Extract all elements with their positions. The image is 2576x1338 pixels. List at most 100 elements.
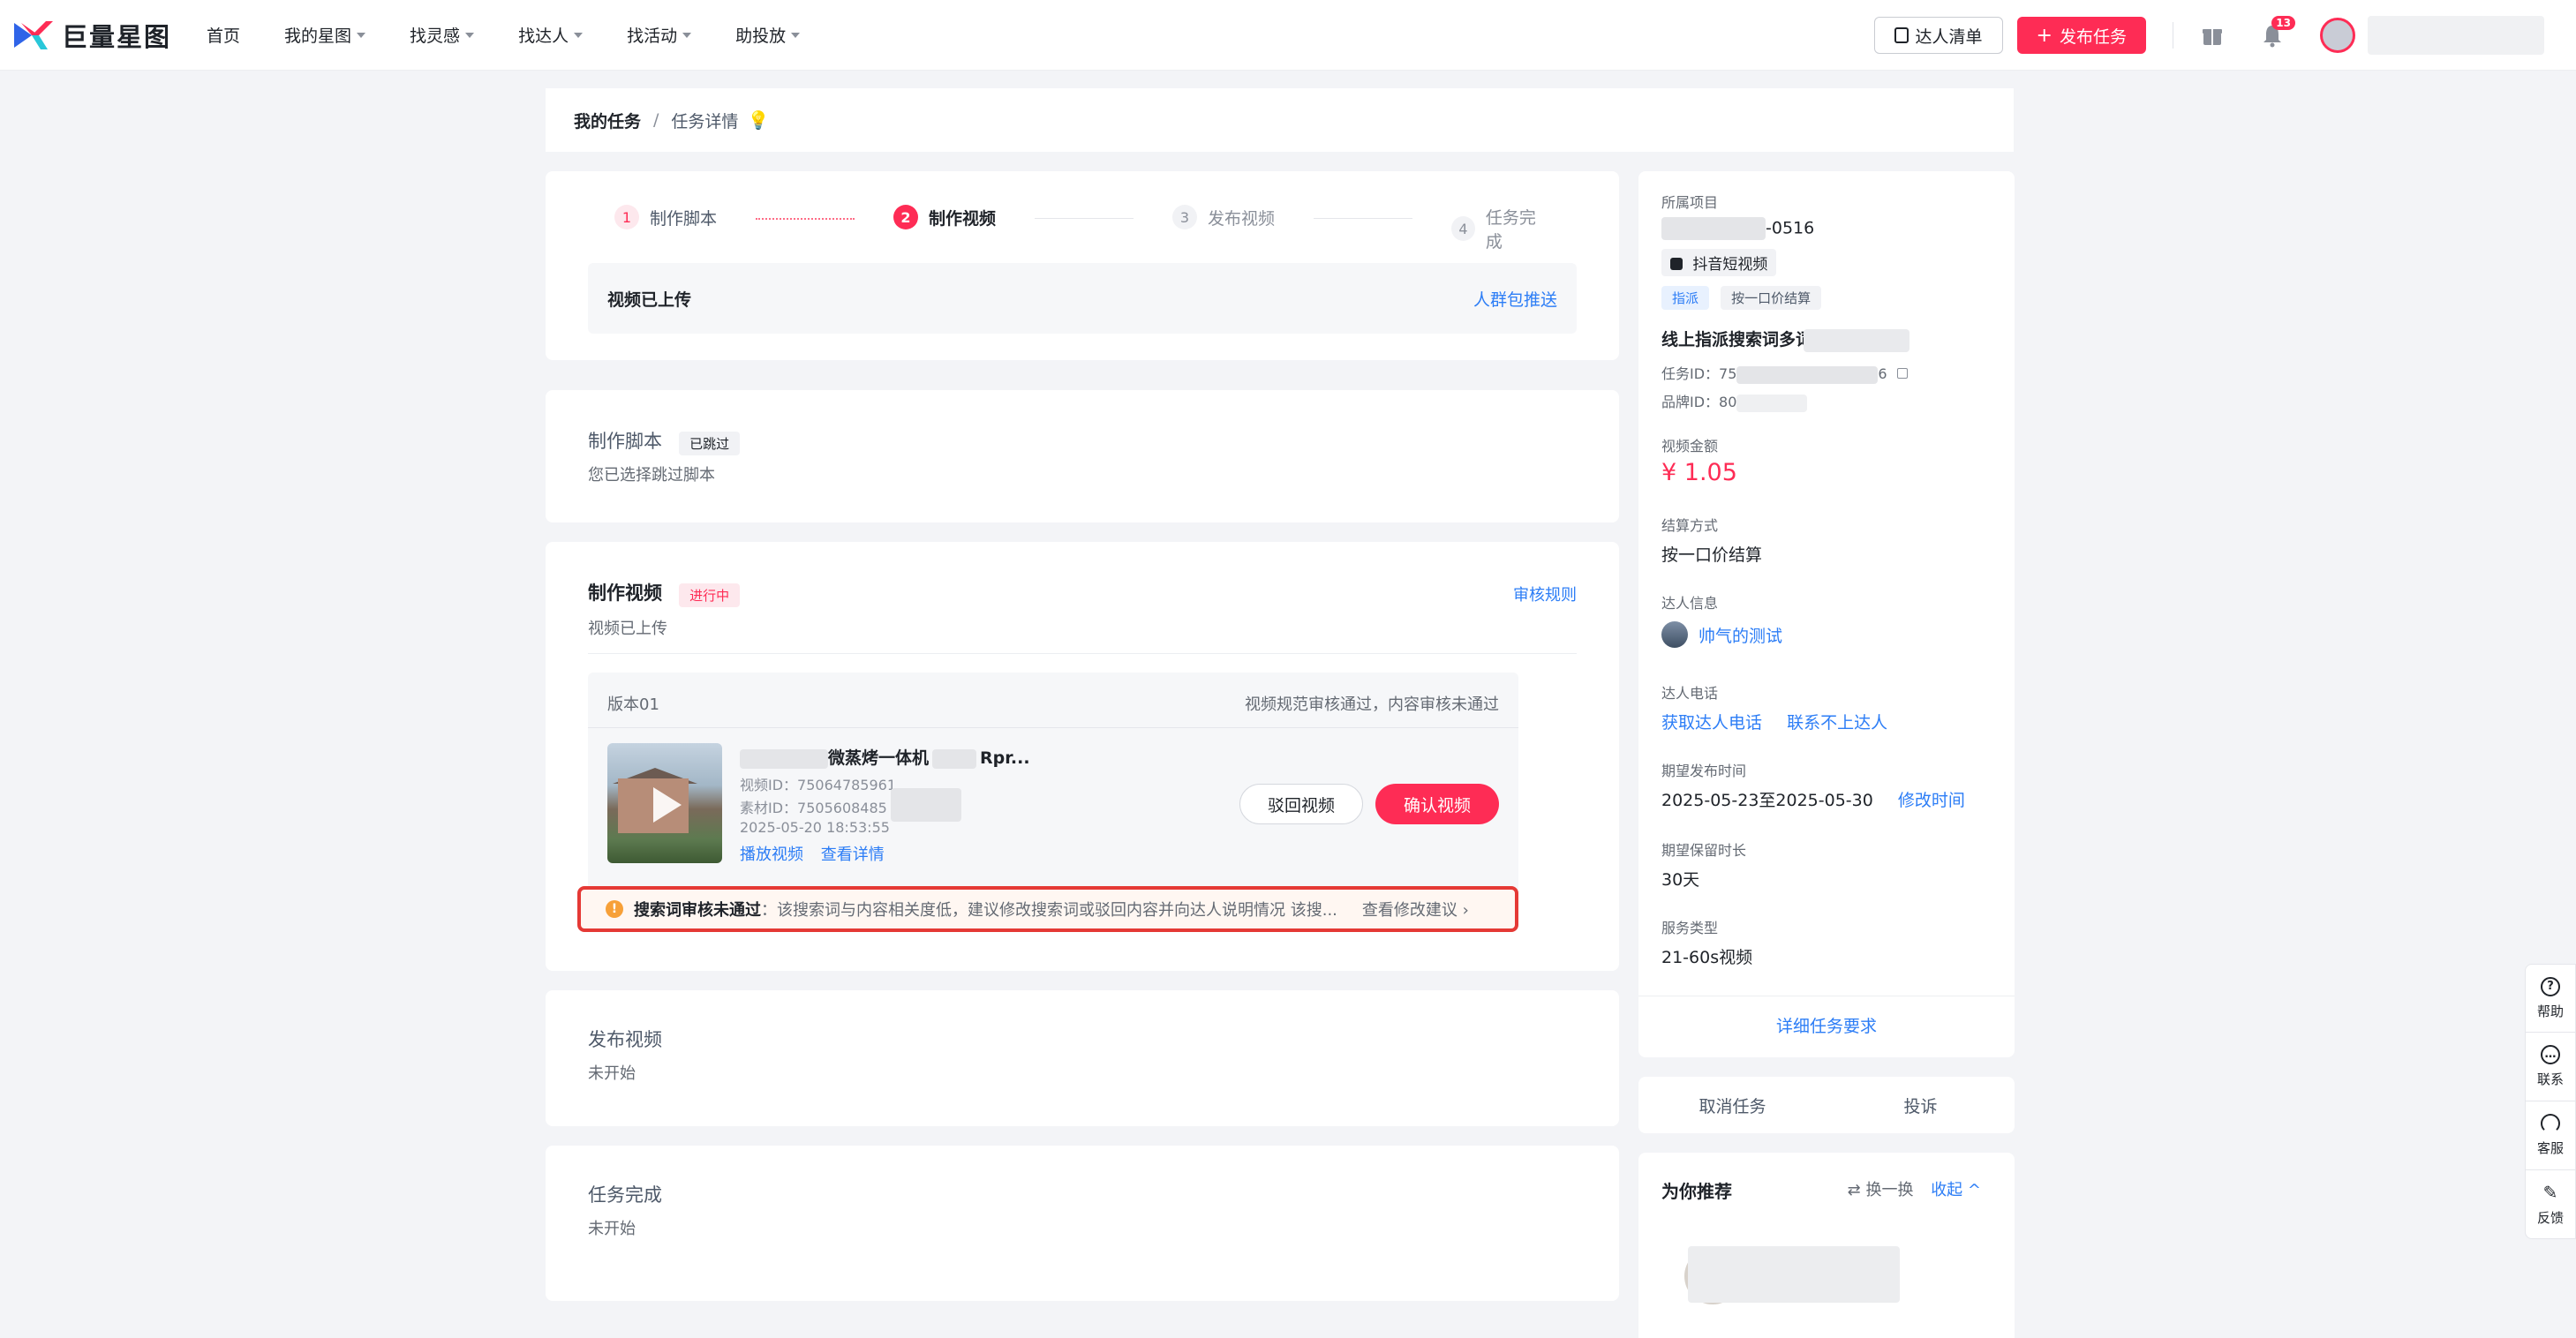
view-suggestion-link[interactable]: 查看修改建议 › xyxy=(1362,898,1469,921)
platform-tag: 抖音短视频 xyxy=(1661,249,1777,276)
get-phone-link[interactable]: 获取达人电话 xyxy=(1661,713,1762,733)
complain-button[interactable]: 投诉 xyxy=(1827,1094,2015,1117)
chevron-down-icon xyxy=(791,32,801,38)
nav-home[interactable]: 首页 xyxy=(207,23,240,47)
nav-ad-assist[interactable]: 助投放 xyxy=(735,23,801,47)
skipped-badge: 已跳过 xyxy=(679,432,741,455)
user-avatar[interactable] xyxy=(2320,18,2355,53)
breadcrumb: 我的任务 / 任务详情 💡 xyxy=(546,88,2014,152)
review-rules-link[interactable]: 审核规则 xyxy=(1513,583,1577,605)
brand-logo[interactable]: 巨量星图 xyxy=(12,17,171,54)
nav-find-activity[interactable]: 找活动 xyxy=(627,23,692,47)
service-type-value: 21-60s视频 xyxy=(1661,948,1753,967)
step-connector xyxy=(1314,218,1412,219)
step-connector xyxy=(756,218,855,220)
step-number: 3 xyxy=(1172,205,1197,229)
pencil-icon: ✎ xyxy=(2542,1182,2558,1203)
video-id-row: 视频ID：75064785961 xyxy=(740,773,896,794)
retention-value: 30天 xyxy=(1661,870,1700,890)
project-name-redacted xyxy=(1661,217,1766,240)
reject-video-button[interactable]: 驳回视频 xyxy=(1239,784,1363,824)
nav-find-activity-label: 找活动 xyxy=(627,26,678,46)
warning-icon: ! xyxy=(606,900,623,918)
task-actions-card: 取消任务 投诉 xyxy=(1638,1077,2015,1133)
talent-info[interactable]: 帅气的测试 xyxy=(1661,621,1782,648)
platform-label: 抖音短视频 xyxy=(1692,256,1768,274)
bell-icon[interactable]: 13 xyxy=(2260,16,2295,48)
step-make-video: 2 制作视频 xyxy=(893,205,996,229)
video-header: 制作视频 进行中 xyxy=(588,579,741,607)
audience-push-link[interactable]: 人群包推送 xyxy=(1473,287,1557,311)
retention-label: 期望保留时长 xyxy=(1661,842,1747,859)
video-id-value: 75064785961 xyxy=(797,777,897,793)
cancel-task-button[interactable]: 取消任务 xyxy=(1638,1094,1827,1117)
warning-text: ：该搜索词与内容相关度低，建议修改搜索词或驳回内容并向达人说明情况 该搜... xyxy=(761,901,1337,920)
video-amount: ¥ 1.05 xyxy=(1661,459,1737,486)
expected-publish-row: 2025-05-23至2025-05-30 修改时间 xyxy=(1661,787,1965,811)
nav-find-talent-label: 找达人 xyxy=(518,26,569,46)
nav-inspiration[interactable]: 找灵感 xyxy=(410,23,475,47)
step-number: 4 xyxy=(1451,216,1475,241)
cannot-contact-link[interactable]: 联系不上达人 xyxy=(1787,713,1887,733)
publish-title: 发布视频 xyxy=(588,1029,662,1050)
confirm-video-button[interactable]: 确认视频 xyxy=(1375,784,1499,824)
service-button[interactable]: 客服 xyxy=(2525,1101,2576,1170)
status-bar: 视频已上传 人群包推送 xyxy=(588,263,1577,334)
brand-id-row: 品牌ID：80 xyxy=(1661,390,1808,412)
video-thumbnail[interactable] xyxy=(607,743,722,863)
feedback-button[interactable]: ✎ 反馈 xyxy=(2525,1170,2576,1239)
copy-icon[interactable] xyxy=(1896,368,1908,379)
recommend-content-redacted[interactable] xyxy=(1688,1246,1900,1303)
step-publish-video: 3 发布视频 xyxy=(1172,205,1275,229)
project-label: 所属项目 xyxy=(1661,194,1719,211)
task-requirements-link[interactable]: 详细任务要求 xyxy=(1776,1017,1877,1036)
nav-my-star[interactable]: 我的星图 xyxy=(284,23,366,47)
refresh-button[interactable]: ⇄ 换一换 xyxy=(1848,1181,1914,1199)
task-tags: 指派 按一口价结算 xyxy=(1661,286,1822,310)
breadcrumb-my-tasks[interactable]: 我的任务 xyxy=(574,109,641,132)
task-id-row: 任务ID：75 6 xyxy=(1661,362,1908,384)
play-video-link[interactable]: 播放视频 xyxy=(740,846,803,864)
publish-task-button[interactable]: + 发布任务 xyxy=(2016,17,2146,54)
progress-steps: 1 制作脚本 2 制作视频 3 发布视频 4 任务完成 xyxy=(614,205,1550,252)
brand-id-label: 品牌ID： xyxy=(1661,394,1720,410)
talent-list-button[interactable]: 达人清单 xyxy=(1873,17,2003,54)
task-name: 线上指派搜索词多词2机审核 xyxy=(1661,327,1979,352)
talent-name-link[interactable]: 帅气的测试 xyxy=(1699,623,1782,647)
help-button[interactable]: ? 帮助 xyxy=(2525,964,2576,1033)
brand-name: 巨量星图 xyxy=(62,21,172,52)
script-section: 制作脚本 已跳过 您已选择跳过脚本 xyxy=(546,390,1619,522)
nav-find-talent[interactable]: 找达人 xyxy=(518,23,584,47)
headset-icon xyxy=(2541,1114,2560,1133)
project-suffix: -0516 xyxy=(1766,218,1815,238)
video-title: 制作视频 xyxy=(588,583,662,604)
brand-id-prefix: 80 xyxy=(1719,394,1737,410)
chevron-down-icon xyxy=(682,32,692,38)
lightbulb-icon: 💡 xyxy=(747,109,770,131)
version-divider xyxy=(588,727,1518,728)
task-info-panel: 所属项目 -0516 抖音短视频 指派 按一口价结算 线上指派搜索词多词2机审核… xyxy=(1638,171,2015,1057)
contact-button[interactable]: … 联系 xyxy=(2525,1033,2576,1101)
step-label: 制作脚本 xyxy=(650,208,718,229)
gift-icon[interactable] xyxy=(2200,23,2225,48)
complete-title: 任务完成 xyxy=(588,1184,662,1206)
chat-icon: … xyxy=(2541,1045,2560,1064)
publish-task-label: 发布任务 xyxy=(2059,26,2127,47)
collapse-button[interactable]: 收起 ^ xyxy=(1931,1181,1981,1199)
step-label: 发布视频 xyxy=(1208,208,1276,229)
user-name-redacted[interactable] xyxy=(2368,16,2544,55)
confirm-video-label: 确认视频 xyxy=(1403,795,1471,816)
chevron-down-icon xyxy=(357,32,366,38)
feedback-label: 反馈 xyxy=(2536,1210,2564,1226)
play-icon[interactable] xyxy=(653,787,682,823)
video-links: 播放视频 查看详情 xyxy=(740,842,885,865)
modify-time-link[interactable]: 修改时间 xyxy=(1898,791,1965,810)
settlement-label: 结算方式 xyxy=(1661,517,1719,534)
view-details-link[interactable]: 查看详情 xyxy=(821,846,885,864)
script-header: 制作脚本 已跳过 xyxy=(588,427,741,455)
swap-icon: ⇄ xyxy=(1847,1181,1866,1199)
warning-title: 搜索词审核未通过 xyxy=(634,901,761,920)
step-label: 任务完成 xyxy=(1485,208,1536,252)
talent-phone-actions: 获取达人电话 联系不上达人 xyxy=(1661,710,1887,733)
talent-info-label: 达人信息 xyxy=(1661,595,1719,612)
